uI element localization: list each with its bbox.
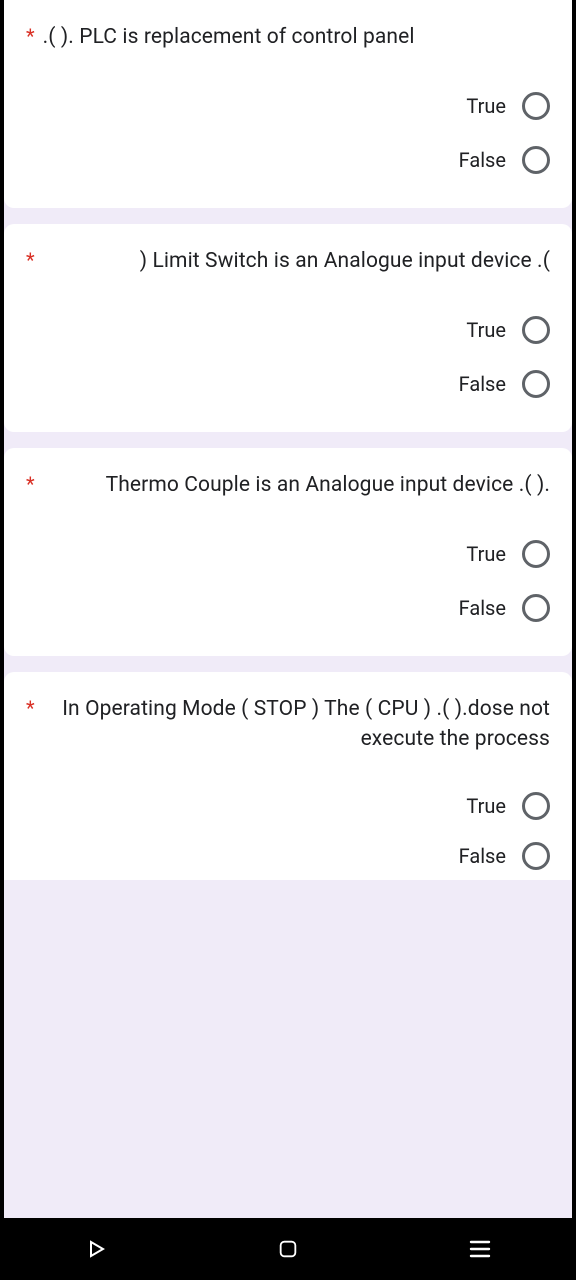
question-row: * .( ). PLC is replacement of control pa… [26, 22, 550, 52]
radio-icon [522, 540, 550, 568]
option-label: True [466, 542, 506, 566]
option-label: True [466, 318, 506, 342]
back-icon[interactable] [84, 1237, 108, 1261]
option-true[interactable]: True [26, 316, 550, 344]
option-true[interactable]: True [26, 792, 550, 820]
question-card: * Thermo Couple is an Analogue input dev… [4, 448, 572, 656]
radio-icon [522, 594, 550, 622]
question-text: .( ). PLC is replacement of control pane… [43, 22, 550, 52]
options-group: True False [26, 316, 550, 398]
option-false[interactable]: False [26, 146, 550, 174]
required-asterisk: * [26, 470, 35, 498]
option-label: True [466, 794, 506, 818]
required-asterisk: * [26, 22, 35, 50]
question-row: * In Operating Mode ( STOP ) The ( CPU )… [26, 694, 550, 754]
radio-icon [522, 370, 550, 398]
options-group: True False [26, 540, 550, 622]
radio-icon [522, 146, 550, 174]
question-card: * .( ). PLC is replacement of control pa… [4, 0, 572, 208]
question-card: * In Operating Mode ( STOP ) The ( CPU )… [4, 672, 572, 880]
options-group: True False [26, 92, 550, 174]
radio-icon [522, 92, 550, 120]
option-true[interactable]: True [26, 92, 550, 120]
radio-icon [522, 842, 550, 870]
option-true[interactable]: True [26, 540, 550, 568]
option-label: False [459, 844, 506, 868]
option-label: False [459, 596, 506, 620]
option-label: False [459, 148, 506, 172]
option-false[interactable]: False [26, 370, 550, 398]
options-group: True False [26, 792, 550, 870]
option-label: False [459, 372, 506, 396]
question-row: * Thermo Couple is an Analogue input dev… [26, 470, 550, 500]
recent-icon[interactable] [468, 1239, 492, 1259]
radio-icon [522, 316, 550, 344]
question-text: ) Limit Switch is an Analogue input devi… [43, 246, 550, 276]
question-text: In Operating Mode ( STOP ) The ( CPU ) .… [43, 694, 550, 754]
form-viewport: * .( ). PLC is replacement of control pa… [0, 0, 576, 1218]
question-text: Thermo Couple is an Analogue input devic… [43, 470, 550, 500]
option-false[interactable]: False [26, 594, 550, 622]
required-asterisk: * [26, 694, 35, 722]
question-row: * ) Limit Switch is an Analogue input de… [26, 246, 550, 276]
system-nav-bar [0, 1218, 576, 1280]
option-label: True [466, 94, 506, 118]
option-false[interactable]: False [26, 842, 550, 870]
question-card: * ) Limit Switch is an Analogue input de… [4, 224, 572, 432]
required-asterisk: * [26, 246, 35, 274]
home-icon[interactable] [277, 1238, 299, 1260]
radio-icon [522, 792, 550, 820]
